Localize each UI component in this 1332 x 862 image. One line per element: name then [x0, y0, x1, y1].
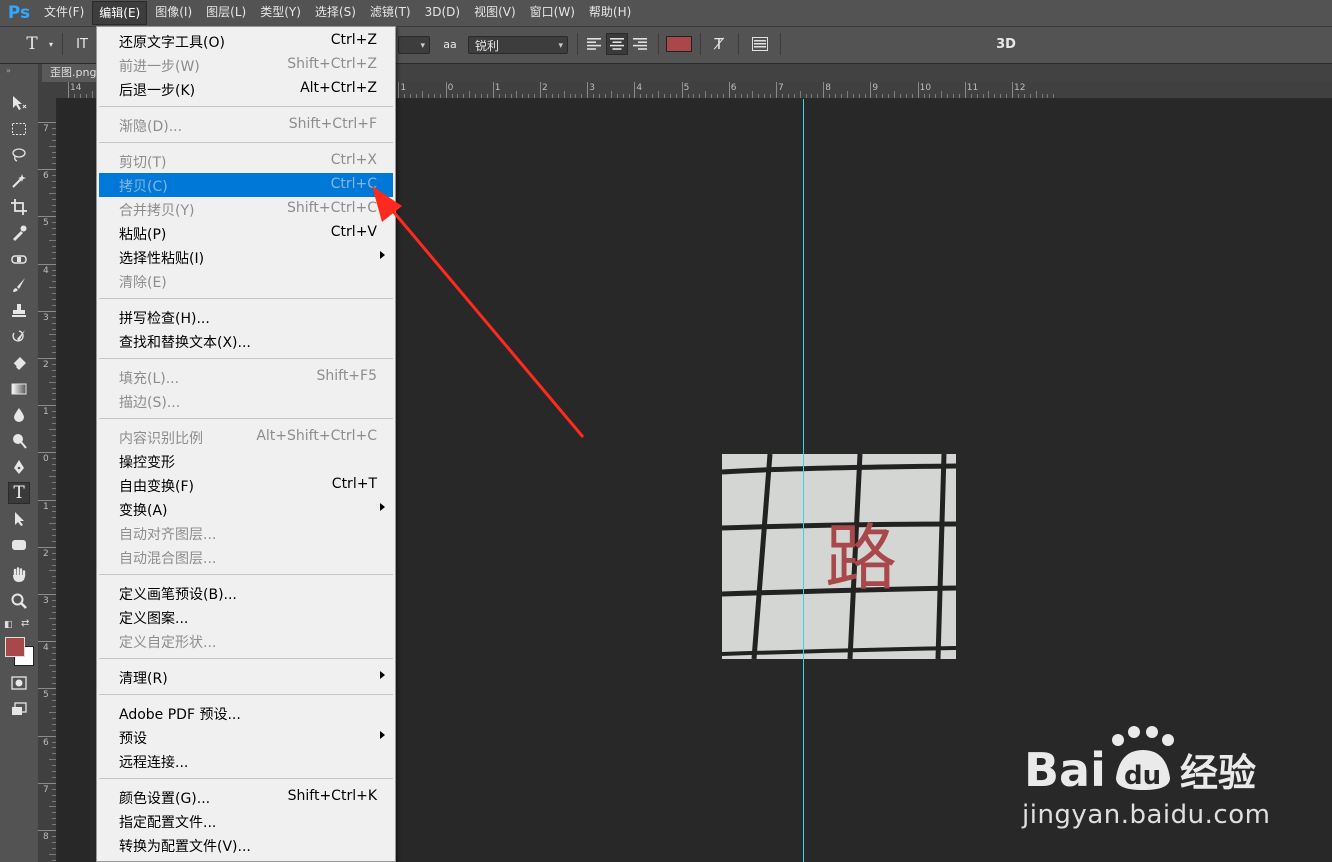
svg-text:du: du — [1124, 761, 1161, 791]
baidu-watermark-logo: Bai du 经验 — [1024, 726, 1256, 797]
watermark-url: jingyan.baidu.com — [1022, 800, 1271, 830]
svg-text:经验: 经验 — [1180, 751, 1256, 795]
svg-text:Bai: Bai — [1024, 743, 1106, 797]
